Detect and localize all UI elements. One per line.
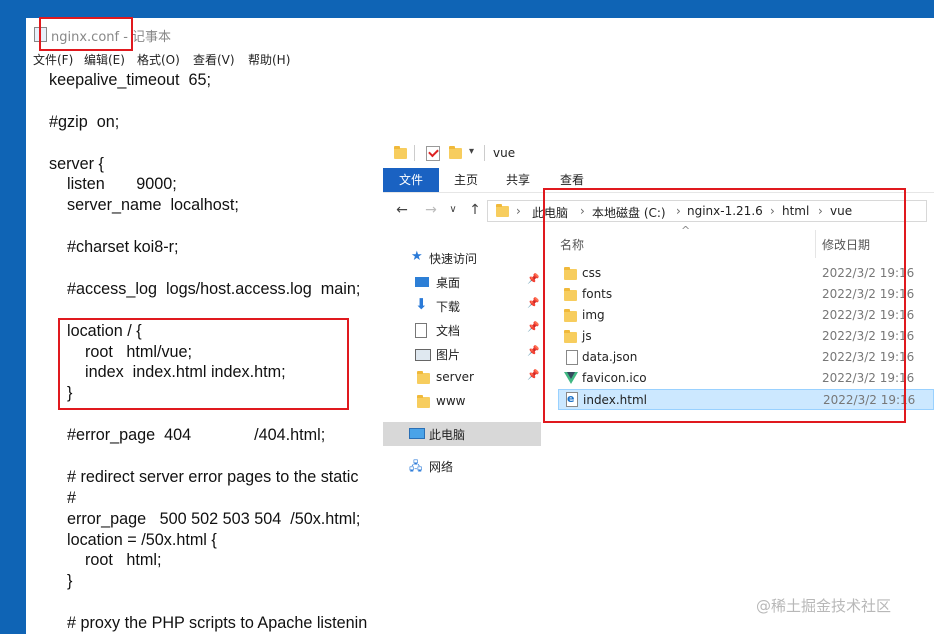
menu-file[interactable]: 文件(F) [33, 51, 73, 68]
folder-icon [417, 371, 430, 384]
code-line: listen 9000; [49, 175, 177, 194]
code-line: # redirect server error pages to the sta… [49, 467, 359, 486]
up-arrow-icon[interactable]: ↑ [467, 201, 483, 219]
pin-icon: 📌 [527, 298, 540, 309]
code-line: server { [49, 154, 104, 173]
explorer-titlebar: ▾ vue [383, 140, 934, 168]
picture-icon [415, 349, 431, 361]
code-line: # proxy the PHP scripts to Apache listen… [49, 614, 368, 633]
nav-item-www[interactable]: www [383, 390, 541, 414]
code-line: keepalive_timeout 65; [49, 71, 211, 89]
nav-item-server[interactable]: server 📌 [383, 366, 541, 390]
pin-icon: 📌 [527, 274, 540, 285]
network-icon: 🖧 [409, 459, 423, 473]
code-line: # [49, 488, 76, 507]
desktop-background-top [0, 0, 934, 18]
desktop-background-left [0, 0, 26, 634]
code-line: #access_log logs/host.access.log main; [49, 279, 361, 298]
folder-icon [496, 204, 509, 217]
quick-access-dropdown-icon[interactable]: ▾ [469, 146, 474, 157]
recent-locations-icon[interactable]: ∨ [445, 201, 461, 219]
tab-home[interactable]: 主页 [443, 168, 489, 192]
highlight-folder-box [543, 188, 906, 423]
nav-item-this-pc[interactable]: 此电脑 [383, 422, 541, 446]
folder-icon [394, 146, 407, 159]
nav-item-quick-access[interactable]: ★ 快速访问 [383, 246, 541, 270]
properties-icon[interactable] [426, 146, 440, 161]
notepad-titlebar: nginx.conf - 记事本 [26, 18, 934, 48]
code-line: #error_page 404 /404.html; [49, 426, 326, 445]
pin-icon: 📌 [527, 346, 540, 357]
nav-item-desktop[interactable]: 桌面 📌 [383, 270, 541, 294]
desktop-icon [415, 277, 429, 287]
tab-share[interactable]: 共享 [495, 168, 541, 192]
code-line: error_page 500 502 503 504 /50x.html; [49, 509, 361, 528]
pin-icon: 📌 [527, 370, 540, 381]
nav-item-downloads[interactable]: ⬇ 下载 📌 [383, 294, 541, 318]
nav-item-pictures[interactable]: 图片 📌 [383, 342, 541, 366]
forward-arrow-icon[interactable]: → [423, 201, 439, 219]
code-line: #charset koi8-r; [49, 238, 179, 257]
menu-format[interactable]: 格式(O) [137, 51, 180, 68]
tab-file[interactable]: 文件 [383, 168, 439, 192]
download-icon: ⬇ [415, 295, 428, 313]
menu-view[interactable]: 查看(V) [193, 51, 235, 68]
document-icon [415, 323, 427, 338]
watermark: @稀土掘金技术社区 [756, 597, 892, 615]
explorer-title: vue [493, 146, 516, 160]
highlight-title-box [39, 17, 133, 51]
navigation-pane: ★ 快速访问 桌面 📌 ⬇ 下载 📌 文档 📌 图片 📌 server 📌 ww… [383, 230, 541, 634]
notepad-menubar: 文件(F) 编辑(E) 格式(O) 查看(V) 帮助(H) [26, 50, 934, 68]
star-icon: ★ [411, 249, 423, 264]
nav-item-documents[interactable]: 文档 📌 [383, 318, 541, 342]
pin-icon: 📌 [527, 322, 540, 333]
code-line: server_name localhost; [49, 196, 239, 215]
back-arrow-icon[interactable]: ← [394, 201, 410, 219]
computer-icon [409, 428, 425, 439]
new-folder-icon[interactable] [449, 146, 462, 159]
code-line: #gzip on; [49, 112, 120, 131]
nav-item-network[interactable]: 🖧 网络 [383, 454, 541, 478]
code-line: location = /50x.html { [49, 530, 217, 549]
code-line: root html; [49, 551, 162, 570]
menu-help[interactable]: 帮助(H) [248, 51, 290, 68]
code-line: } [49, 572, 73, 591]
folder-icon [417, 395, 430, 408]
menu-edit[interactable]: 编辑(E) [84, 51, 125, 68]
highlight-location-box [58, 318, 349, 410]
